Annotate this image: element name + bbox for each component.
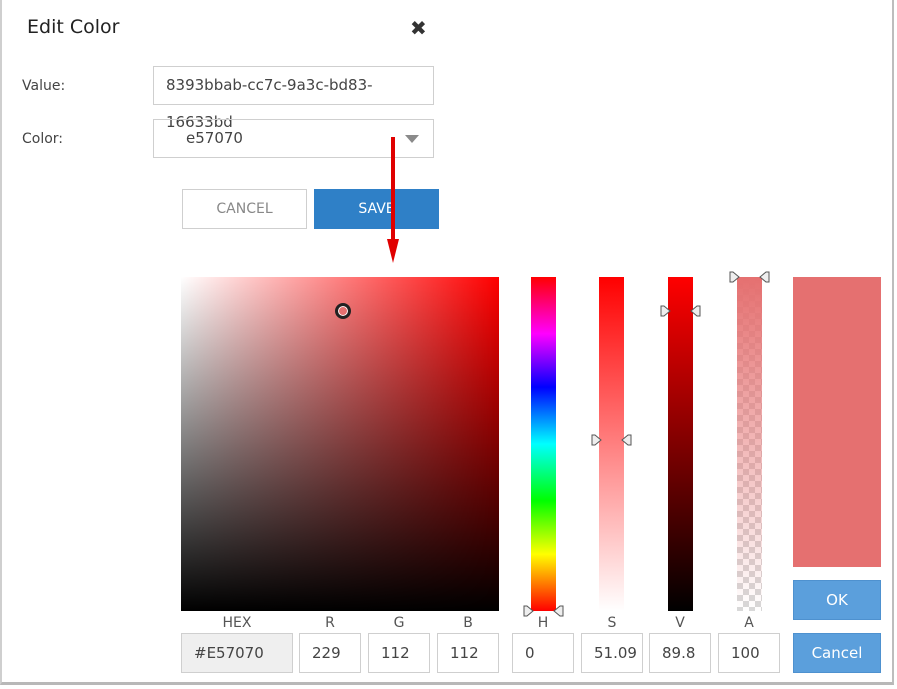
dialog-title: Edit Color <box>27 16 120 38</box>
color-preview-swatch <box>793 277 881 567</box>
alpha-slider[interactable] <box>737 277 762 611</box>
h-input[interactable]: 0 <box>512 633 574 673</box>
b-input[interactable]: 112 <box>437 633 499 673</box>
g-input[interactable]: 112 <box>368 633 430 673</box>
value-slider[interactable] <box>668 277 693 611</box>
cancel-button[interactable]: CANCEL <box>182 189 307 229</box>
picker-cancel-button[interactable]: Cancel <box>793 633 881 673</box>
annotation-arrow-icon <box>387 137 399 263</box>
r-input[interactable]: 229 <box>299 633 361 673</box>
a-label: A <box>744 615 754 631</box>
value-input[interactable]: 8393bbab-cc7c-9a3c-bd83-16633bd <box>153 66 434 131</box>
arrow-shaft <box>391 137 395 241</box>
saturation-slider-handle-right[interactable] <box>621 434 632 446</box>
alpha-slider-handle-left[interactable] <box>729 271 740 283</box>
s-input[interactable]: 51.09 <box>581 633 643 673</box>
picker-ok-button[interactable]: OK <box>793 580 881 620</box>
arrow-head <box>387 239 399 263</box>
h-label: H <box>537 615 549 631</box>
value-slider-handle-right[interactable] <box>690 305 701 317</box>
saturation-value-area[interactable] <box>181 277 499 611</box>
color-dropdown-value: e57070 <box>186 129 243 147</box>
r-label: R <box>325 615 335 631</box>
sv-picker-handle[interactable] <box>335 303 352 320</box>
value-slider-handle-left[interactable] <box>660 305 671 317</box>
save-button[interactable]: SAVE <box>314 189 439 229</box>
s-label: S <box>607 615 617 631</box>
hue-slider[interactable] <box>531 277 556 611</box>
edit-color-dialog: Edit Color ✖ Value: 8393bbab-cc7c-9a3c-b… <box>0 0 894 685</box>
b-label: B <box>463 615 473 631</box>
hue-slider-handle-right[interactable] <box>553 605 564 617</box>
close-icon[interactable]: ✖ <box>410 17 427 39</box>
a-input[interactable]: 100 <box>718 633 780 673</box>
hex-label: HEX <box>222 615 252 631</box>
chevron-down-icon[interactable] <box>405 135 419 143</box>
hex-input[interactable]: #E57070 <box>181 633 293 673</box>
saturation-slider-handle-left[interactable] <box>591 434 602 446</box>
v-label: V <box>675 615 685 631</box>
hue-slider-handle-left[interactable] <box>523 605 534 617</box>
v-input[interactable]: 89.8 <box>649 633 711 673</box>
g-label: G <box>393 615 405 631</box>
color-label: Color: <box>22 131 64 147</box>
alpha-slider-handle-right[interactable] <box>759 271 770 283</box>
value-label: Value: <box>22 78 66 94</box>
